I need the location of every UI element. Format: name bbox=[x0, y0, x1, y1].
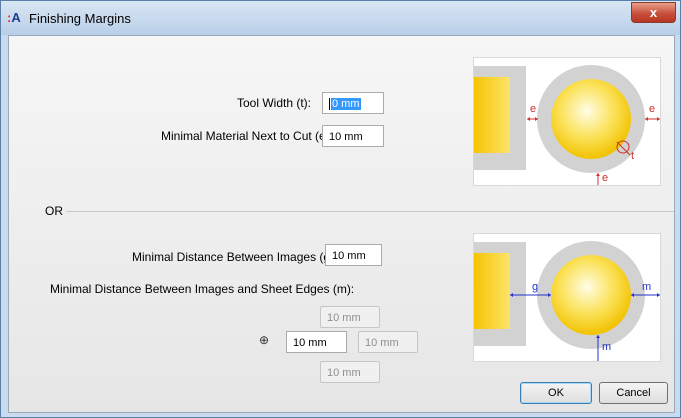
neighbor-image-shape bbox=[474, 77, 510, 153]
separator-line bbox=[66, 211, 674, 212]
edge-m-right-label: m bbox=[642, 281, 651, 293]
tool-width-label: Tool Width (t): bbox=[237, 96, 312, 110]
tool-width-input[interactable]: 0 mm bbox=[322, 92, 384, 114]
app-icon: :A bbox=[7, 10, 21, 25]
edge-margin-right-input[interactable]: 10 mm bbox=[358, 331, 418, 353]
edge-margin-top-input[interactable]: 10 mm bbox=[320, 306, 380, 328]
min-material-label: Minimal Material Next to Cut (e): bbox=[161, 129, 334, 143]
cancel-button[interactable]: Cancel bbox=[599, 382, 668, 404]
dialog-content: Tool Width (t): 0 mm Minimal Material Ne… bbox=[8, 35, 675, 413]
spacing-diagram-svg: g m m bbox=[474, 241, 660, 361]
min-distance-images-input[interactable]: 10 mm bbox=[325, 244, 382, 266]
close-icon: x bbox=[649, 5, 658, 20]
margin-e-left-label: e bbox=[530, 103, 536, 115]
tool-margin-diagram-svg: e e t e bbox=[474, 65, 660, 185]
or-separator-label: OR bbox=[45, 204, 63, 218]
tool-width-value: 0 mm bbox=[331, 98, 361, 110]
edge-margin-left-input[interactable]: 10 mm bbox=[286, 331, 347, 353]
min-material-input[interactable]: 10 mm bbox=[322, 125, 384, 147]
margin-e-right-label: e bbox=[649, 103, 655, 115]
margin-e-bottom-label: e bbox=[602, 172, 608, 184]
min-distance-edges-label: Minimal Distance Between Images and Shee… bbox=[50, 282, 355, 296]
text-caret bbox=[329, 98, 330, 111]
edge-m-bottom-label: m bbox=[602, 341, 611, 353]
image-circle bbox=[551, 255, 631, 335]
spacing-diagram: g m m bbox=[473, 233, 661, 362]
edge-margin-bottom-input[interactable]: 10 mm bbox=[320, 361, 380, 383]
min-distance-images-label: Minimal Distance Between Images (g): bbox=[132, 250, 338, 264]
link-icon[interactable]: ⊕ bbox=[259, 333, 269, 347]
tool-width-t-label: t bbox=[631, 150, 634, 162]
title-bar[interactable]: :A Finishing Margins x bbox=[1, 1, 680, 35]
ok-button[interactable]: OK bbox=[520, 382, 592, 404]
neighbor-image-shape bbox=[474, 253, 510, 329]
tool-margin-diagram: e e t e bbox=[473, 57, 661, 186]
dialog-window: :A Finishing Margins x Tool Width (t): 0… bbox=[0, 0, 681, 418]
image-circle bbox=[551, 79, 631, 159]
close-button[interactable]: x bbox=[631, 2, 676, 23]
gap-g-label: g bbox=[532, 281, 538, 293]
window-title: Finishing Margins bbox=[29, 11, 131, 26]
